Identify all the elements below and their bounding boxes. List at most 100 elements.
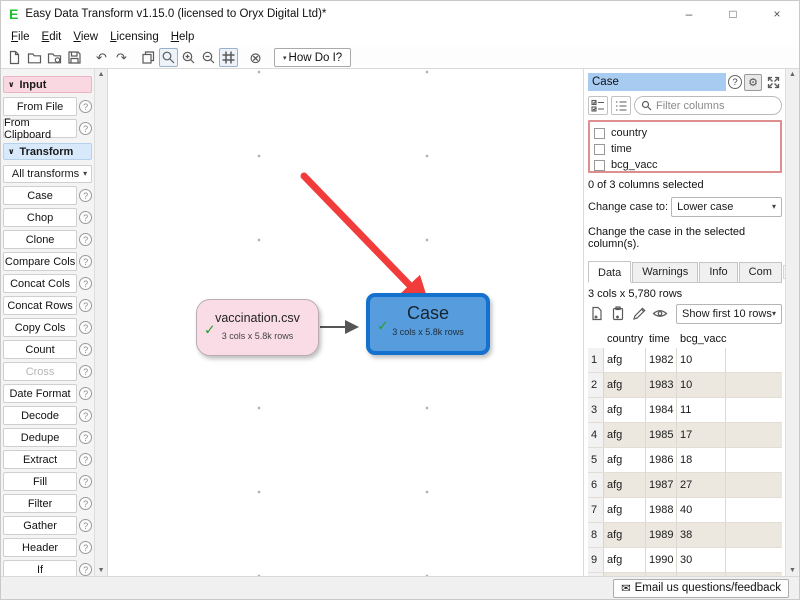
node-name-field[interactable]: Case bbox=[588, 73, 726, 91]
cancel-icon[interactable]: ⊗ bbox=[246, 48, 265, 67]
time-cell[interactable]: 1990 bbox=[646, 548, 677, 572]
scroll-up-icon[interactable]: ▲ bbox=[98, 71, 105, 78]
help-icon[interactable]: ? bbox=[79, 299, 92, 312]
list-view-icon[interactable] bbox=[611, 96, 631, 115]
transform-section-header[interactable]: ∨ Transform bbox=[3, 143, 92, 160]
bcg-vacc-cell[interactable]: 40 bbox=[677, 498, 726, 522]
table-row[interactable]: 7 afg 1988 40 bbox=[588, 498, 782, 523]
help-icon[interactable]: ? bbox=[79, 100, 92, 113]
menu-item[interactable]: File bbox=[5, 29, 36, 45]
bcg-vacc-cell[interactable]: 10 bbox=[677, 373, 726, 397]
help-icon[interactable]: ? bbox=[79, 409, 92, 422]
help-icon[interactable]: ? bbox=[79, 233, 92, 246]
minimize-button[interactable]: – bbox=[667, 1, 711, 27]
help-icon[interactable]: ? bbox=[79, 453, 92, 466]
zoom-out-icon[interactable] bbox=[199, 48, 218, 67]
table-row[interactable]: 9 afg 1990 30 bbox=[588, 548, 782, 573]
help-icon[interactable]: ? bbox=[79, 563, 92, 576]
help-icon[interactable]: ? bbox=[79, 211, 92, 224]
time-cell[interactable]: 1984 bbox=[646, 398, 677, 422]
time-cell[interactable]: 1982 bbox=[646, 348, 677, 372]
copy-to-clipboard-icon[interactable] bbox=[609, 305, 627, 322]
sidebar-input-button[interactable]: From Clipboard bbox=[3, 119, 77, 138]
time-cell[interactable]: 1986 bbox=[646, 448, 677, 472]
help-icon[interactable]: ? bbox=[79, 189, 92, 202]
table-row[interactable]: 3 afg 1984 11 bbox=[588, 398, 782, 423]
save-icon[interactable] bbox=[65, 48, 84, 67]
gear-icon[interactable]: ⚙ bbox=[744, 74, 762, 91]
help-icon[interactable]: ? bbox=[79, 365, 92, 378]
table-row[interactable]: 8 afg 1989 38 bbox=[588, 523, 782, 548]
sidebar-transform-button[interactable]: Cross bbox=[3, 362, 77, 381]
sidebar-transform-button[interactable]: Chop bbox=[3, 208, 77, 227]
sidebar-transform-button[interactable]: Clone bbox=[3, 230, 77, 249]
help-icon[interactable]: ? bbox=[79, 321, 92, 334]
sidebar-transform-button[interactable]: Header bbox=[3, 538, 77, 557]
filter-columns-field[interactable] bbox=[634, 96, 782, 115]
email-feedback-button[interactable]: ✉ Email us questions/feedback bbox=[613, 579, 789, 598]
help-icon[interactable]: ? bbox=[79, 122, 92, 135]
bcg-vacc-cell[interactable]: 18 bbox=[677, 448, 726, 472]
help-icon[interactable]: ? bbox=[79, 431, 92, 444]
bcg-vacc-cell[interactable]: 11 bbox=[677, 398, 726, 422]
how-do-i-button[interactable]: ▾How Do I? bbox=[274, 48, 351, 67]
country-cell[interactable]: afg bbox=[604, 548, 646, 572]
table-row[interactable]: 6 afg 1987 27 bbox=[588, 473, 782, 498]
column-header-bcg[interactable]: bcg_vacc bbox=[677, 333, 726, 345]
country-cell[interactable]: afg bbox=[604, 348, 646, 372]
country-cell[interactable]: afg bbox=[604, 448, 646, 472]
sidebar-transform-button[interactable]: Extract bbox=[3, 450, 77, 469]
results-tab[interactable]: Info bbox=[699, 262, 737, 282]
column-header-time[interactable]: time bbox=[646, 333, 677, 345]
help-icon[interactable]: ? bbox=[79, 541, 92, 554]
table-row[interactable]: 4 afg 1985 17 bbox=[588, 423, 782, 448]
sidebar-transform-button[interactable]: Fill bbox=[3, 472, 77, 491]
zoom-in-icon[interactable] bbox=[179, 48, 198, 67]
close-button[interactable]: × bbox=[755, 1, 799, 27]
transform-filter-dropdown[interactable]: All transforms ▾ bbox=[3, 165, 92, 183]
sidebar-transform-button[interactable]: Filter bbox=[3, 494, 77, 513]
sidebar-transform-button[interactable]: If bbox=[3, 560, 77, 576]
help-icon[interactable]: ? bbox=[79, 387, 92, 400]
undo-icon[interactable]: ↶ bbox=[92, 48, 111, 67]
scroll-up-icon[interactable]: ▲ bbox=[789, 71, 796, 78]
column-header-country[interactable]: country bbox=[604, 333, 646, 345]
duplicate-icon[interactable] bbox=[139, 48, 158, 67]
filter-columns-input[interactable] bbox=[656, 100, 775, 112]
time-cell[interactable]: 1985 bbox=[646, 423, 677, 447]
sidebar-transform-button[interactable]: Case bbox=[3, 186, 77, 205]
workflow-canvas[interactable]: ✓ vaccination.csv 3 cols x 5.8k rows ✓ C… bbox=[108, 69, 583, 576]
menu-item[interactable]: Edit bbox=[36, 29, 68, 45]
help-icon[interactable]: ? bbox=[79, 277, 92, 290]
column-checkbox[interactable] bbox=[594, 160, 605, 171]
edit-pencil-icon[interactable] bbox=[630, 305, 648, 322]
copy-to-file-icon[interactable] bbox=[588, 305, 606, 322]
right-panel-scrollbar[interactable]: ▲ ▼ bbox=[785, 69, 799, 576]
menu-item[interactable]: View bbox=[67, 29, 104, 45]
sidebar-scrollbar[interactable]: ▲ ▼ bbox=[94, 69, 107, 576]
results-tab[interactable]: Warnings bbox=[632, 262, 698, 282]
country-cell[interactable]: afg bbox=[604, 398, 646, 422]
redo-icon[interactable]: ↷ bbox=[112, 48, 131, 67]
open-file-icon[interactable] bbox=[25, 48, 44, 67]
time-cell[interactable]: 1983 bbox=[646, 373, 677, 397]
time-cell[interactable]: 1989 bbox=[646, 523, 677, 547]
help-icon[interactable]: ? bbox=[728, 75, 742, 89]
menu-item[interactable]: Licensing bbox=[104, 29, 165, 45]
sidebar-transform-button[interactable]: Count bbox=[3, 340, 77, 359]
bcg-vacc-cell[interactable]: 38 bbox=[677, 523, 726, 547]
table-row[interactable]: 1 afg 1982 10 bbox=[588, 348, 782, 373]
time-cell[interactable]: 1988 bbox=[646, 498, 677, 522]
sidebar-transform-button[interactable]: Compare Cols bbox=[3, 252, 77, 271]
help-icon[interactable]: ? bbox=[79, 475, 92, 488]
help-icon[interactable]: ? bbox=[79, 519, 92, 532]
scroll-down-icon[interactable]: ▼ bbox=[98, 567, 105, 574]
grid-snap-icon[interactable] bbox=[219, 48, 238, 67]
bcg-vacc-cell[interactable]: 10 bbox=[677, 348, 726, 372]
maximize-button[interactable]: □ bbox=[711, 1, 755, 27]
sidebar-transform-button[interactable]: Copy Cols bbox=[3, 318, 77, 337]
country-cell[interactable]: afg bbox=[604, 423, 646, 447]
menu-item[interactable]: Help bbox=[165, 29, 201, 45]
show-rows-dropdown[interactable]: Show first 10 rows ▾ bbox=[676, 304, 782, 324]
column-checkbox[interactable] bbox=[594, 144, 605, 155]
